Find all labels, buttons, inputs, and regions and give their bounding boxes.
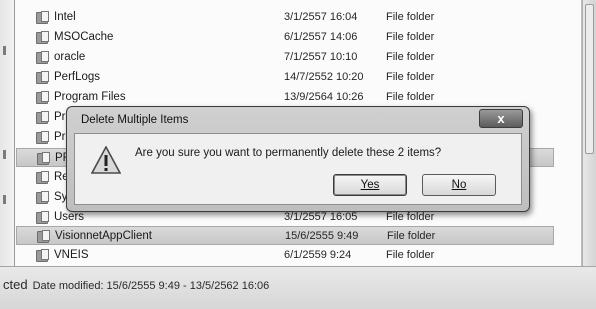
file-name: PerfLogs [54,71,101,83]
details-text: cted Date modified: 15/6/2555 9:49 - 13/5… [3,277,269,292]
file-name: VisionnetAppClient [55,230,152,242]
file-date: 13/9/2564 10:26 [284,91,364,103]
file-name: MSOCache [54,31,114,43]
tree-line-mark [3,195,6,204]
details-pane: cted Date modified: 15/6/2555 9:49 - 13/5… [0,266,596,309]
file-type: File folder [387,230,436,242]
folder-icon [36,191,51,204]
file-row-vneis[interactable]: VNEIS 6/1/2559 9:24 File folder [14,246,582,265]
file-type: File folder [386,31,435,43]
file-date: 15/6/2555 9:49 [285,230,359,242]
vertical-scrollbar[interactable] [582,0,596,266]
file-type: File folder [386,51,435,63]
file-type: File folder [386,211,435,223]
navigation-pane-edge [0,0,14,266]
file-date: 6/1/2557 14:06 [284,31,358,43]
folder-icon [36,91,51,104]
delete-multiple-items-dialog: Delete Multiple Items x Are you sure you… [66,106,530,212]
folder-icon [36,11,51,24]
date-modified-range: Date modified: 15/6/2555 9:49 - 13/5/256… [32,280,270,292]
dialog-body: Are you sure you want to permanently del… [74,133,522,205]
file-row-oracle[interactable]: oracle 7/1/2557 10:10 File folder [14,48,582,67]
close-icon: x [497,111,505,126]
file-name: oracle [54,51,86,63]
file-name: VNEIS [54,249,89,261]
file-row-perflogs[interactable]: PerfLogs 14/7/2552 10:20 File folder [14,68,582,87]
tree-line-mark [3,150,6,159]
folder-icon [36,111,51,124]
file-row-intel[interactable]: Intel 3/1/2557 16:04 File folder [14,8,582,27]
folder-icon [37,152,52,165]
file-name: Users [54,211,85,223]
yes-button[interactable]: Yes [333,174,407,196]
no-label: No [451,179,467,191]
explorer-window: Intel 3/1/2557 16:04 File folder MSOCach… [0,0,596,309]
file-row-program-files[interactable]: Program Files 13/9/2564 10:26 File folde… [14,88,582,107]
folder-icon [36,131,51,144]
yes-label: Yes [360,179,380,191]
file-date: 6/1/2559 9:24 [284,249,352,261]
no-button[interactable]: No [422,174,496,196]
file-date: 3/1/2557 16:05 [284,211,358,223]
folder-icon [36,51,51,64]
dialog-title: Delete Multiple Items [81,114,189,126]
close-button[interactable]: x [479,109,523,128]
file-date: 7/1/2557 10:10 [284,51,358,63]
folder-icon [36,249,51,262]
tree-line-mark [3,46,6,55]
file-name: Intel [54,11,76,23]
file-date: 14/7/2552 10:20 [284,71,364,83]
folder-icon [36,31,51,44]
folder-icon [36,71,51,84]
folder-icon [36,171,51,184]
dialog-message: Are you sure you want to permanently del… [135,147,442,159]
selection-label: cted [3,277,28,292]
file-name: Program Files [54,91,126,103]
file-type: File folder [386,71,435,83]
file-type: File folder [386,91,435,103]
warning-icon [91,146,121,174]
file-row-msocache[interactable]: MSOCache 6/1/2557 14:06 File folder [14,28,582,47]
scrollbar-thumb[interactable] [585,4,594,154]
file-type: File folder [386,11,435,23]
file-date: 3/1/2557 16:04 [284,11,358,23]
folder-icon [37,230,52,243]
file-type: File folder [386,249,435,261]
file-row-visionnetappclient-selected[interactable]: VisionnetAppClient 15/6/2555 9:49 File f… [16,226,554,245]
folder-icon [36,211,51,224]
